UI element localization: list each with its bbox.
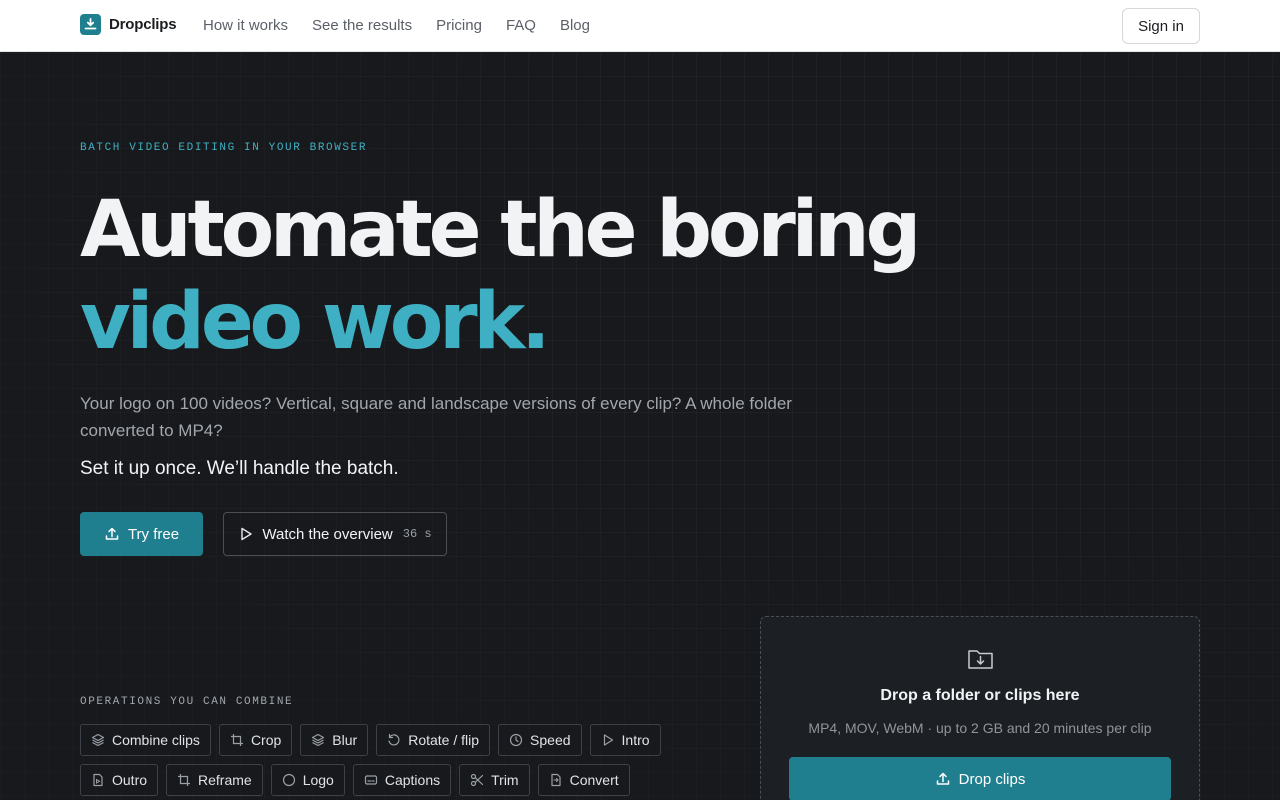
- rotate-icon: [388, 733, 400, 746]
- op-label: Logo: [302, 772, 334, 788]
- headline-line-1: Automate the boring: [80, 185, 921, 275]
- play-icon: [241, 527, 253, 541]
- folder-download-icon: [968, 650, 993, 669]
- play-icon: [603, 734, 613, 746]
- nav-link-faq[interactable]: FAQ: [506, 17, 536, 34]
- op-label: Crop: [250, 732, 282, 748]
- op-label: Blur: [332, 732, 358, 748]
- hero-subtext: Your logo on 100 videos? Vertical, squar…: [80, 394, 792, 440]
- brand[interactable]: Dropclips: [80, 14, 177, 35]
- watch-overview-label: Watch the overview: [262, 525, 393, 543]
- op-label: Trim: [491, 772, 519, 788]
- try-free-button[interactable]: Try free: [80, 512, 203, 556]
- nav-links: How it works See the results Pricing FAQ…: [203, 17, 590, 34]
- nav-link-how-it-works[interactable]: How it works: [203, 17, 288, 34]
- operations-label: OPERATIONS YOU CAN COMBINE: [80, 696, 294, 708]
- op-chip-outro[interactable]: Outro: [80, 764, 159, 796]
- hero-tagline: Set it up once. We’ll handle the batch.: [80, 458, 399, 479]
- overview-duration: 36 s: [402, 527, 432, 541]
- nav-link-blog[interactable]: Blog: [560, 17, 590, 34]
- layers-icon: [312, 733, 325, 747]
- op-label: Speed: [530, 732, 571, 748]
- hero-eyebrow: BATCH VIDEO EDITING IN YOUR BROWSER: [80, 142, 368, 154]
- scissors-icon: [471, 773, 484, 787]
- crop-icon: [230, 734, 243, 746]
- op-chip-intro[interactable]: Intro: [589, 724, 661, 756]
- op-label: Outro: [112, 772, 148, 788]
- nav-link-see-results[interactable]: See the results: [312, 17, 412, 34]
- op-chip-trim[interactable]: Trim: [459, 764, 530, 796]
- upload-icon: [936, 772, 949, 785]
- op-label: Convert: [569, 772, 619, 788]
- dropzone-meta: MP4, MOV, WebM · up to 2 GB and 20 minut…: [808, 720, 1152, 736]
- dropzone-title: Drop a folder or clips here: [880, 687, 1080, 704]
- upload-icon: [105, 527, 119, 540]
- op-label: Reframe: [198, 772, 252, 788]
- file-icon: [93, 773, 103, 787]
- op-chip-logo[interactable]: Logo: [270, 764, 345, 796]
- watch-overview-button[interactable]: Watch the overview 36 s: [223, 512, 447, 556]
- op-chip-speed[interactable]: Speed: [498, 724, 582, 756]
- download-tray-icon: [80, 14, 101, 35]
- op-chip-crop[interactable]: Crop: [218, 724, 293, 756]
- layers-icon: [91, 733, 105, 747]
- op-chip-convert[interactable]: Convert: [537, 764, 630, 796]
- op-chip-rotate-flip[interactable]: Rotate / flip: [376, 724, 491, 756]
- sign-in-button[interactable]: Sign in: [1122, 8, 1200, 44]
- op-chip-captions[interactable]: Captions: [352, 764, 452, 796]
- captions-icon: [364, 775, 377, 785]
- drop-clips-button[interactable]: Drop clips: [789, 757, 1171, 800]
- dropzone[interactable]: Drop a folder or clips here MP4, MOV, We…: [760, 616, 1200, 800]
- op-label: Intro: [621, 732, 650, 748]
- top-nav: Dropclips How it works See the results P…: [0, 0, 1280, 52]
- try-free-label: Try free: [127, 525, 180, 543]
- operations-chips: Combine clips Crop Blur Rotate / flip Sp…: [80, 724, 680, 796]
- hero-headline: Automate the boring video work.: [80, 184, 921, 368]
- file-convert-icon: [550, 773, 561, 787]
- crop-icon: [178, 774, 191, 786]
- drop-clips-label: Drop clips: [958, 770, 1026, 788]
- clock-icon: [509, 733, 523, 747]
- circle-icon: [282, 773, 295, 787]
- op-chip-combine-clips[interactable]: Combine clips: [80, 724, 211, 756]
- brand-name: Dropclips: [109, 16, 177, 33]
- hero-section: BATCH VIDEO EDITING IN YOUR BROWSER Auto…: [0, 52, 1280, 800]
- op-chip-reframe[interactable]: Reframe: [166, 764, 263, 796]
- op-label: Captions: [384, 772, 441, 788]
- headline-line-2: video work.: [80, 277, 551, 367]
- op-chip-blur[interactable]: Blur: [300, 724, 369, 756]
- nav-link-pricing[interactable]: Pricing: [436, 17, 482, 34]
- op-label: Combine clips: [112, 732, 200, 748]
- op-label: Rotate / flip: [408, 732, 480, 748]
